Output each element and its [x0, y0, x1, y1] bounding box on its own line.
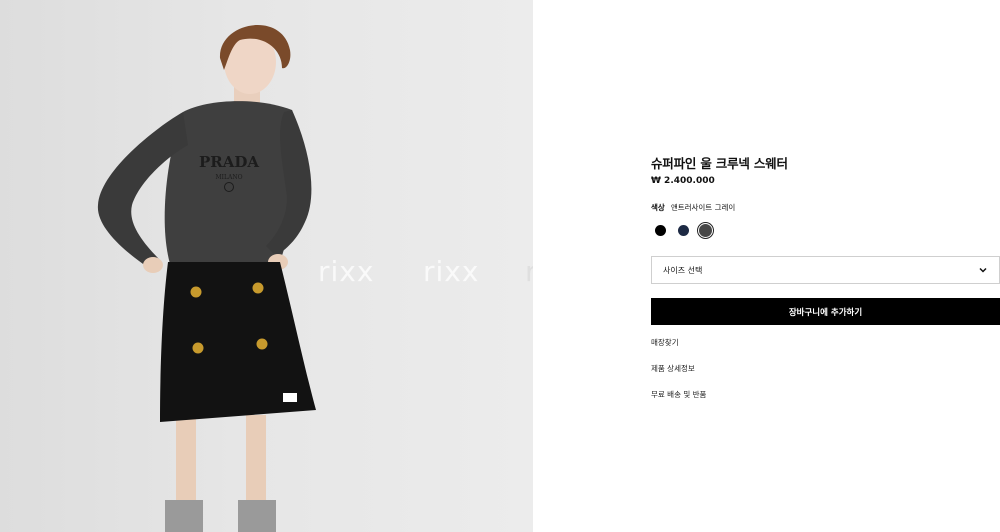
- svg-text:MILANO: MILANO: [216, 174, 243, 181]
- add-to-cart-button[interactable]: 장바구니에 추가하기: [651, 298, 1000, 325]
- shipping-returns-link[interactable]: 무료 배송 및 반품: [651, 389, 706, 400]
- product-title: 슈퍼파인 울 크루넥 스웨터: [651, 156, 788, 171]
- size-select-dropdown[interactable]: 사이즈 선택: [651, 256, 1000, 284]
- swatch-anthracite-grey[interactable]: [698, 223, 713, 238]
- product-price: ₩ 2.400.000: [651, 176, 715, 186]
- swatch-navy[interactable]: [678, 225, 689, 236]
- chevron-down-icon: [979, 267, 987, 273]
- product-details-link[interactable]: 제품 상세정보: [651, 363, 695, 374]
- watermark-text: rixx: [423, 255, 480, 288]
- color-label: 색상: [651, 203, 665, 212]
- color-value: 앤트러사이트 그레이: [670, 203, 736, 212]
- size-select-label: 사이즈 선택: [663, 266, 703, 275]
- color-selection-label: 색상 앤트러사이트 그레이: [651, 202, 735, 213]
- product-photo: PRADA MILANO rixx rixx r: [0, 0, 533, 532]
- svg-text:PRADA: PRADA: [199, 153, 259, 171]
- color-swatches: [653, 223, 733, 239]
- watermark-text: r: [525, 255, 533, 288]
- product-info-panel: 슈퍼파인 울 크루넥 스웨터 ₩ 2.400.000 색상 앤트러사이트 그레이 …: [651, 0, 1000, 532]
- store-locator-link[interactable]: 매장찾기: [651, 337, 679, 348]
- swatch-black[interactable]: [655, 225, 666, 236]
- watermark-text: rixx: [318, 255, 375, 288]
